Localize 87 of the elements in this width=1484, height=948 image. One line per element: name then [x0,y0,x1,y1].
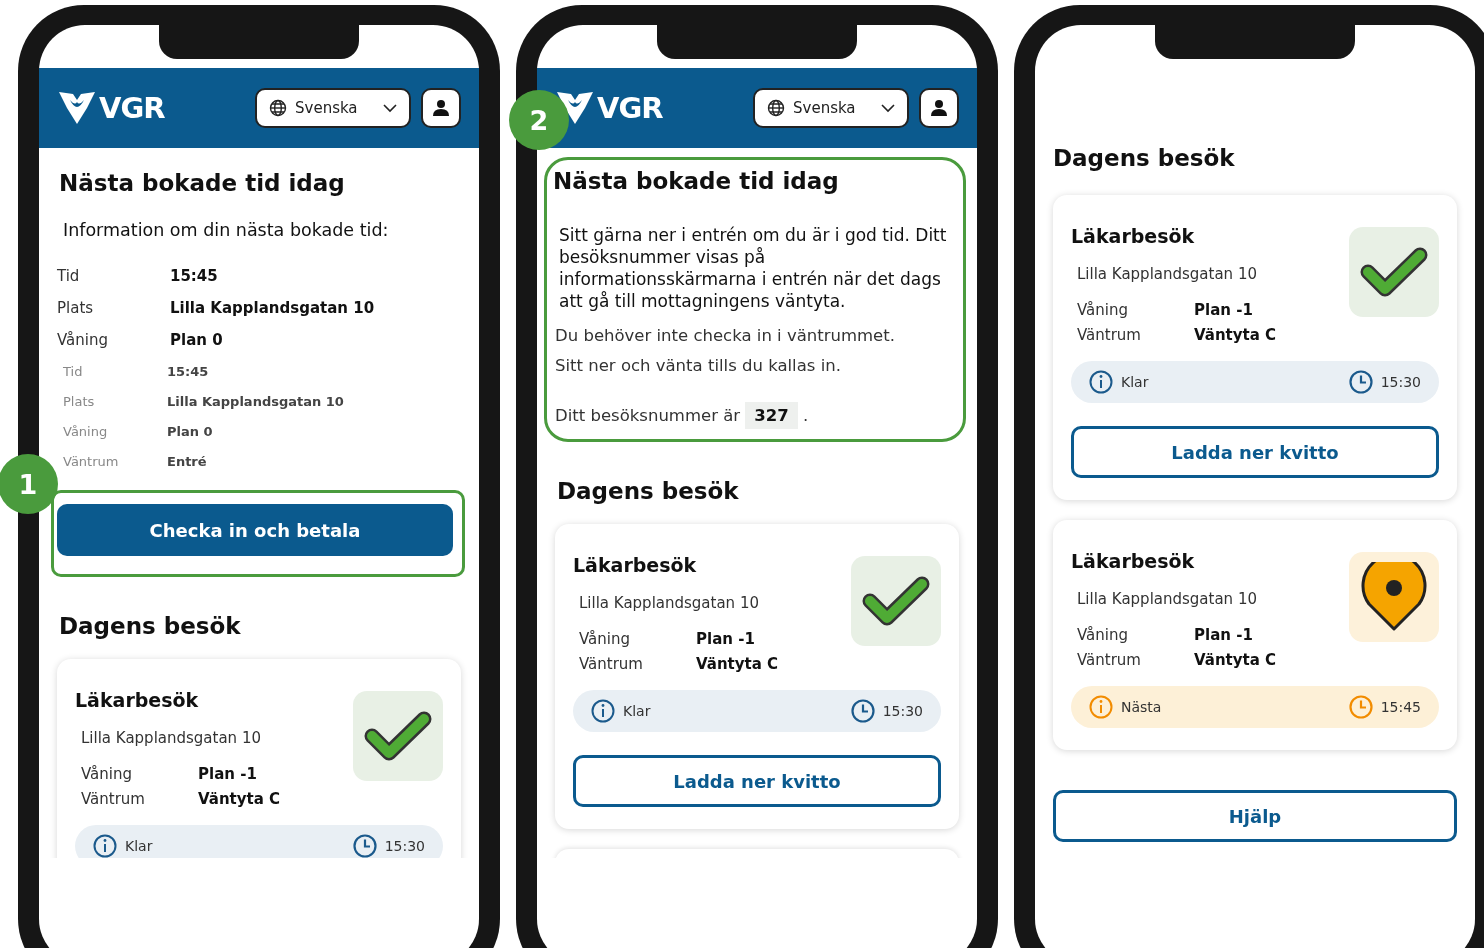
info-text: Sitt gärna ner i entrén om du är i god tid. Ditt besöksnummer visas på informationsskärmarna i entrén när det dags att gå till mottagningens väntyta. [559,224,948,312]
status-time: 15:30 [882,703,923,719]
field-value: Plan -1 [198,764,257,783]
section-title: Dagens besök [1053,145,1236,171]
info-text: Du behöver inte checka in i väntrummet. [555,326,896,346]
field-label: Väntrum [579,654,644,673]
detail-label: Våning [57,331,109,349]
download-receipt-button[interactable]: Ladda ner kvitto [1071,426,1439,478]
status-label: Klar [623,703,651,719]
info-icon [1089,695,1113,719]
visit-address: Lilla Kapplandsgatan 10 [81,729,262,747]
person-icon [930,99,948,117]
detail-value: Plan 0 [170,331,223,349]
step-badge: 1 [0,454,58,514]
visit-address: Lilla Kapplandsgatan 10 [1077,265,1258,283]
chevron-down-icon [383,103,397,113]
field-value: Väntyta C [1194,650,1277,669]
visit-title: Läkarbesök [1071,550,1196,572]
clock-icon [352,834,377,858]
logo-icon [555,90,595,126]
logo-text: VGR [99,91,165,125]
status-time: 15:30 [1380,374,1421,390]
status-time: 15:45 [1380,699,1421,715]
chevron-down-icon [881,103,895,113]
field-label: Våning [81,764,133,783]
field-label: Väntrum [1077,325,1142,344]
clock-icon [1348,370,1373,394]
detail-value: Lilla Kapplandsgatan 10 [167,393,344,409]
section-title: Dagens besök [557,478,740,504]
checkmark-icon [862,575,930,627]
check-in-button[interactable]: Checka in och betala [57,504,453,556]
detail-label: Tid [57,267,81,285]
status-time: 15:30 [384,838,425,854]
detail-label: Väntrum [63,453,120,469]
detail-label: Plats [57,299,95,317]
section-title: Dagens besök [59,613,242,639]
globe-icon [767,99,785,117]
section-title: Nästa bokade tid idag [59,170,346,196]
detail-value: 15:45 [167,363,209,379]
detail-label: Våning [63,423,109,439]
info-text: Sitt ner och vänta tills du kallas in. [555,356,842,376]
info-icon [591,699,615,723]
language-select[interactable]: Svenska [753,88,909,128]
detail-value: Entré [167,453,207,469]
visit-title: Läkarbesök [1071,225,1196,247]
field-label: Våning [579,629,631,648]
checkmark-icon [1360,246,1428,298]
person-icon [432,99,450,117]
detail-value: 15:45 [170,267,218,285]
field-value: Väntyta C [1194,325,1277,344]
field-value: Plan -1 [1194,300,1253,319]
field-label: Väntrum [1077,650,1142,669]
profile-button[interactable] [919,88,959,128]
profile-button[interactable] [421,88,461,128]
field-label: Våning [1077,300,1129,319]
intro-text: Information om din nästa bokade tid: [63,220,390,240]
field-value: Väntyta C [696,654,779,673]
section-title: Nästa bokade tid idag [553,168,840,194]
globe-icon [269,99,287,117]
checkmark-icon [364,710,432,762]
visit-title: Läkarbesök [573,554,698,576]
visit-address: Lilla Kapplandsgatan 10 [1077,590,1258,608]
detail-label: Plats [63,393,96,409]
status-label: Klar [1121,374,1149,390]
help-button[interactable]: Hjälp [1053,790,1457,842]
map-pin-icon [1361,562,1427,632]
info-icon [1089,370,1113,394]
step-badge: 2 [509,90,569,150]
logo-icon [57,90,97,126]
clock-icon [1348,695,1373,719]
download-receipt-button[interactable]: Ladda ner kvitto [573,755,941,807]
detail-value: Plan 0 [167,423,213,439]
clock-icon [850,699,875,723]
status-label: Nästa [1121,699,1162,715]
language-select[interactable]: Svenska [255,88,411,128]
logo-text: VGR [597,91,663,125]
field-value: Väntyta C [198,789,281,808]
visit-title: Läkarbesök [75,689,200,711]
field-label: Väntrum [81,789,146,808]
status-label: Klar [125,838,153,854]
field-value: Plan -1 [696,629,755,648]
visit-address: Lilla Kapplandsgatan 10 [579,594,760,612]
detail-label: Tid [63,363,84,379]
info-icon [93,834,117,858]
field-value: Plan -1 [1194,625,1253,644]
field-label: Våning [1077,625,1129,644]
detail-value: Lilla Kapplandsgatan 10 [170,299,375,317]
